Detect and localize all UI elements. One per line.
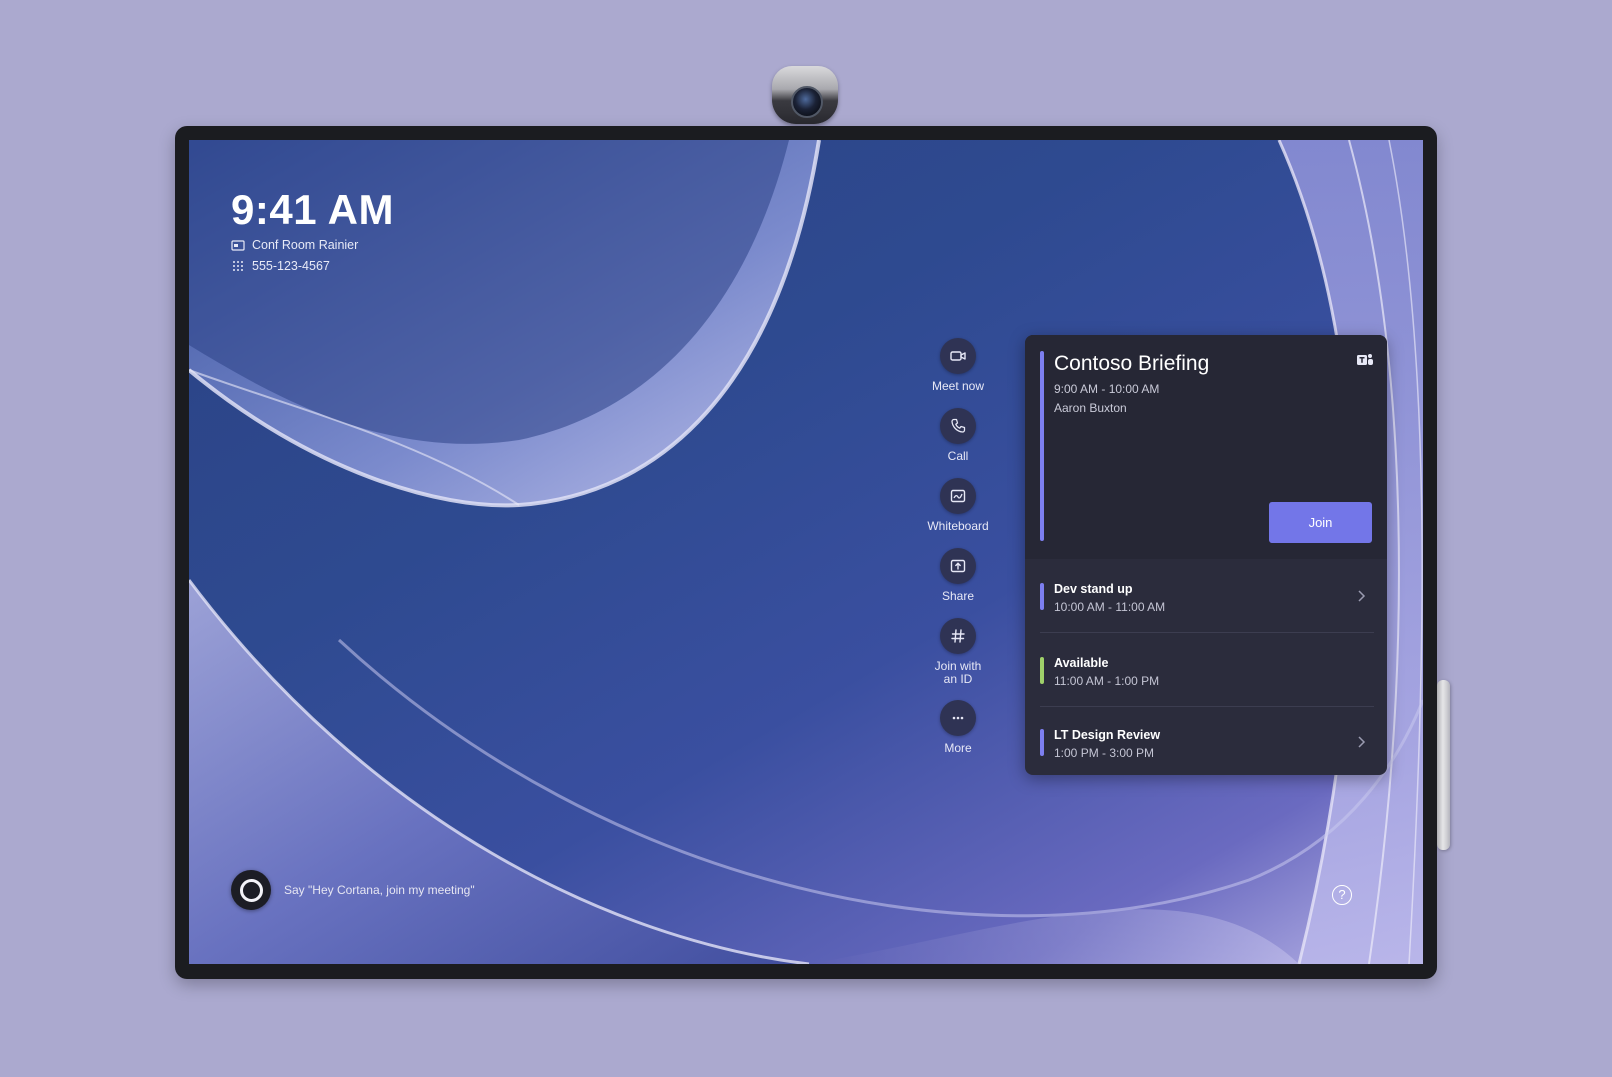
call-button[interactable]: Call <box>914 408 1002 463</box>
phone-icon <box>940 408 976 444</box>
featured-meeting-card[interactable]: Contoso Briefing 9:00 AM - 10:00 AM Aaro… <box>1025 335 1387 559</box>
meeting-time: 9:00 AM - 10:00 AM <box>1054 382 1160 396</box>
agenda-item-name: Available <box>1054 656 1109 670</box>
room-name: Conf Room Rainier <box>252 238 359 252</box>
surface-hub-device: 9:41 AM Conf Room Rainier 555-123-4567 M… <box>175 126 1437 979</box>
room-phone-number: 555-123-4567 <box>252 259 330 273</box>
page-background: 9:41 AM Conf Room Rainier 555-123-4567 M… <box>0 0 1612 1077</box>
more-button[interactable]: More <box>914 700 1002 755</box>
clock-time: 9:41 AM <box>231 186 394 233</box>
phone-row: 555-123-4567 <box>231 259 330 273</box>
more-icon <box>940 700 976 736</box>
meeting-title: Contoso Briefing <box>1054 352 1210 375</box>
agenda-item-time: 10:00 AM - 11:00 AM <box>1054 600 1166 614</box>
join-with-id-label: Join with an ID <box>934 659 982 686</box>
agenda-panel: Contoso Briefing 9:00 AM - 10:00 AM Aaro… <box>1025 335 1387 775</box>
dialpad-icon <box>233 260 243 271</box>
meeting-organizer: Aaron Buxton <box>1054 401 1127 415</box>
more-label: More <box>944 741 972 755</box>
agenda-item-time: 1:00 PM - 3:00 PM <box>1054 746 1155 760</box>
teams-icon <box>1357 354 1373 365</box>
share-label: Share <box>941 589 975 603</box>
hash-icon <box>940 618 976 654</box>
meeting-color-bar <box>1040 351 1044 541</box>
agenda-color-bar <box>1040 729 1044 756</box>
room-display-icon <box>231 239 245 251</box>
stylus-pen <box>1437 680 1450 850</box>
agenda-color-bar <box>1040 583 1044 610</box>
whiteboard-icon <box>940 478 976 514</box>
help-icon[interactable]: ? <box>1332 885 1352 905</box>
whiteboard-button[interactable]: Whiteboard <box>914 478 1002 533</box>
home-screen: 9:41 AM Conf Room Rainier 555-123-4567 M… <box>189 140 1423 964</box>
chevron-right-icon <box>1358 736 1366 748</box>
agenda-item-available: Available 11:00 AM - 1:00 PM <box>1025 633 1387 707</box>
share-button[interactable]: Share <box>914 548 1002 603</box>
agenda-item-dev-stand-up[interactable]: Dev stand up 10:00 AM - 11:00 AM <box>1025 559 1387 633</box>
meet-now-label: Meet now <box>931 379 985 393</box>
agenda-item-time: 11:00 AM - 1:00 PM <box>1054 674 1160 688</box>
cortana-icon <box>239 878 263 902</box>
camera-lens <box>791 86 823 118</box>
meet-now-button[interactable]: Meet now <box>914 338 1002 393</box>
webcam <box>772 66 838 124</box>
available-color-bar <box>1040 657 1044 684</box>
cortana-hint: Say "Hey Cortana, join my meeting" <box>284 883 475 897</box>
agenda-item-lt-design-review[interactable]: LT Design Review 1:00 PM - 3:00 PM <box>1025 705 1387 775</box>
call-label: Call <box>947 449 969 463</box>
share-screen-icon <box>940 548 976 584</box>
agenda-item-name: LT Design Review <box>1054 728 1161 742</box>
room-name-row: Conf Room Rainier <box>231 238 358 252</box>
join-with-id-button[interactable]: Join with an ID <box>914 618 1002 686</box>
cortana-button[interactable] <box>231 870 271 910</box>
video-camera-icon <box>940 338 976 374</box>
chevron-right-icon <box>1358 590 1366 602</box>
join-button[interactable]: Join <box>1269 502 1372 543</box>
whiteboard-label: Whiteboard <box>927 519 989 533</box>
agenda-item-name: Dev stand up <box>1054 582 1133 596</box>
